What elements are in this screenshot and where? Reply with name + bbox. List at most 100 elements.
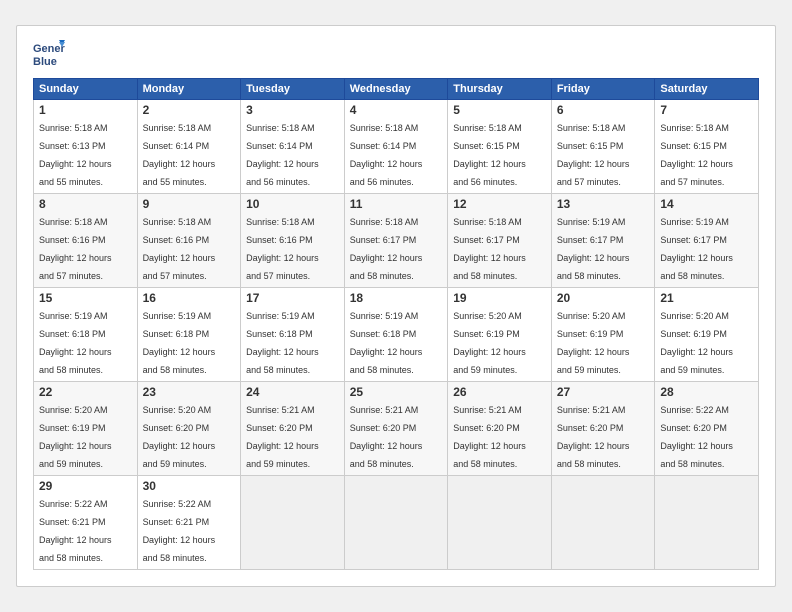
calendar-day-cell: 20 Sunrise: 5:20 AMSunset: 6:19 PMDaylig… — [551, 288, 655, 382]
day-number: 18 — [350, 291, 443, 305]
calendar-day-cell: 4 Sunrise: 5:18 AMSunset: 6:14 PMDayligh… — [344, 100, 448, 194]
day-info: Sunrise: 5:21 AMSunset: 6:20 PMDaylight:… — [246, 405, 319, 469]
day-info: Sunrise: 5:18 AMSunset: 6:14 PMDaylight:… — [246, 123, 319, 187]
calendar-day-cell: 29 Sunrise: 5:22 AMSunset: 6:21 PMDaylig… — [34, 476, 138, 570]
calendar-day-cell: 7 Sunrise: 5:18 AMSunset: 6:15 PMDayligh… — [655, 100, 759, 194]
calendar-week-row: 29 Sunrise: 5:22 AMSunset: 6:21 PMDaylig… — [34, 476, 759, 570]
day-info: Sunrise: 5:20 AMSunset: 6:19 PMDaylight:… — [453, 311, 526, 375]
day-info: Sunrise: 5:22 AMSunset: 6:21 PMDaylight:… — [143, 499, 216, 563]
day-number: 17 — [246, 291, 339, 305]
day-number: 16 — [143, 291, 236, 305]
day-of-week-header: Sunday — [34, 79, 138, 100]
day-number: 29 — [39, 479, 132, 493]
calendar-day-cell: 27 Sunrise: 5:21 AMSunset: 6:20 PMDaylig… — [551, 382, 655, 476]
day-info: Sunrise: 5:20 AMSunset: 6:19 PMDaylight:… — [39, 405, 112, 469]
calendar-day-cell — [551, 476, 655, 570]
calendar-day-cell: 19 Sunrise: 5:20 AMSunset: 6:19 PMDaylig… — [448, 288, 552, 382]
day-number: 25 — [350, 385, 443, 399]
calendar-day-cell: 3 Sunrise: 5:18 AMSunset: 6:14 PMDayligh… — [241, 100, 345, 194]
calendar-day-cell: 9 Sunrise: 5:18 AMSunset: 6:16 PMDayligh… — [137, 194, 241, 288]
day-number: 26 — [453, 385, 546, 399]
calendar-day-cell: 23 Sunrise: 5:20 AMSunset: 6:20 PMDaylig… — [137, 382, 241, 476]
day-number: 6 — [557, 103, 650, 117]
calendar-week-row: 1 Sunrise: 5:18 AMSunset: 6:13 PMDayligh… — [34, 100, 759, 194]
calendar-day-cell: 13 Sunrise: 5:19 AMSunset: 6:17 PMDaylig… — [551, 194, 655, 288]
calendar-day-cell: 28 Sunrise: 5:22 AMSunset: 6:20 PMDaylig… — [655, 382, 759, 476]
day-info: Sunrise: 5:22 AMSunset: 6:20 PMDaylight:… — [660, 405, 733, 469]
calendar-container: General Blue SundayMondayTuesdayWednesda… — [16, 25, 776, 587]
day-info: Sunrise: 5:18 AMSunset: 6:15 PMDaylight:… — [453, 123, 526, 187]
day-number: 4 — [350, 103, 443, 117]
day-info: Sunrise: 5:18 AMSunset: 6:16 PMDaylight:… — [39, 217, 112, 281]
calendar-day-cell: 21 Sunrise: 5:20 AMSunset: 6:19 PMDaylig… — [655, 288, 759, 382]
day-info: Sunrise: 5:18 AMSunset: 6:14 PMDaylight:… — [350, 123, 423, 187]
day-number: 9 — [143, 197, 236, 211]
day-info: Sunrise: 5:18 AMSunset: 6:17 PMDaylight:… — [453, 217, 526, 281]
day-number: 24 — [246, 385, 339, 399]
calendar-day-cell: 26 Sunrise: 5:21 AMSunset: 6:20 PMDaylig… — [448, 382, 552, 476]
day-number: 20 — [557, 291, 650, 305]
day-of-week-header: Thursday — [448, 79, 552, 100]
day-number: 13 — [557, 197, 650, 211]
day-info: Sunrise: 5:19 AMSunset: 6:18 PMDaylight:… — [350, 311, 423, 375]
day-info: Sunrise: 5:19 AMSunset: 6:17 PMDaylight:… — [660, 217, 733, 281]
day-number: 21 — [660, 291, 753, 305]
day-of-week-header: Wednesday — [344, 79, 448, 100]
calendar-day-cell: 2 Sunrise: 5:18 AMSunset: 6:14 PMDayligh… — [137, 100, 241, 194]
day-number: 28 — [660, 385, 753, 399]
generalblue-logo-icon: General Blue — [33, 38, 65, 70]
day-number: 3 — [246, 103, 339, 117]
day-info: Sunrise: 5:21 AMSunset: 6:20 PMDaylight:… — [557, 405, 630, 469]
calendar-week-row: 8 Sunrise: 5:18 AMSunset: 6:16 PMDayligh… — [34, 194, 759, 288]
day-info: Sunrise: 5:20 AMSunset: 6:19 PMDaylight:… — [557, 311, 630, 375]
day-info: Sunrise: 5:18 AMSunset: 6:14 PMDaylight:… — [143, 123, 216, 187]
logo: General Blue — [33, 38, 65, 70]
day-info: Sunrise: 5:18 AMSunset: 6:15 PMDaylight:… — [557, 123, 630, 187]
calendar-day-cell: 14 Sunrise: 5:19 AMSunset: 6:17 PMDaylig… — [655, 194, 759, 288]
day-info: Sunrise: 5:19 AMSunset: 6:18 PMDaylight:… — [39, 311, 112, 375]
calendar-day-cell — [655, 476, 759, 570]
day-info: Sunrise: 5:19 AMSunset: 6:18 PMDaylight:… — [143, 311, 216, 375]
logo-area: General Blue — [33, 38, 65, 70]
day-info: Sunrise: 5:21 AMSunset: 6:20 PMDaylight:… — [350, 405, 423, 469]
day-number: 22 — [39, 385, 132, 399]
day-number: 11 — [350, 197, 443, 211]
calendar-day-cell — [344, 476, 448, 570]
calendar-day-cell — [241, 476, 345, 570]
calendar-week-row: 15 Sunrise: 5:19 AMSunset: 6:18 PMDaylig… — [34, 288, 759, 382]
calendar-day-cell: 30 Sunrise: 5:22 AMSunset: 6:21 PMDaylig… — [137, 476, 241, 570]
svg-text:Blue: Blue — [33, 56, 57, 68]
day-number: 1 — [39, 103, 132, 117]
day-number: 12 — [453, 197, 546, 211]
day-of-week-header: Tuesday — [241, 79, 345, 100]
calendar-day-cell: 5 Sunrise: 5:18 AMSunset: 6:15 PMDayligh… — [448, 100, 552, 194]
day-info: Sunrise: 5:22 AMSunset: 6:21 PMDaylight:… — [39, 499, 112, 563]
day-info: Sunrise: 5:19 AMSunset: 6:18 PMDaylight:… — [246, 311, 319, 375]
calendar-day-cell — [448, 476, 552, 570]
day-info: Sunrise: 5:18 AMSunset: 6:16 PMDaylight:… — [246, 217, 319, 281]
days-of-week-row: SundayMondayTuesdayWednesdayThursdayFrid… — [34, 79, 759, 100]
day-number: 23 — [143, 385, 236, 399]
calendar-day-cell: 25 Sunrise: 5:21 AMSunset: 6:20 PMDaylig… — [344, 382, 448, 476]
header-row: General Blue — [33, 38, 759, 70]
day-info: Sunrise: 5:21 AMSunset: 6:20 PMDaylight:… — [453, 405, 526, 469]
day-number: 19 — [453, 291, 546, 305]
day-of-week-header: Saturday — [655, 79, 759, 100]
day-info: Sunrise: 5:18 AMSunset: 6:16 PMDaylight:… — [143, 217, 216, 281]
calendar-day-cell: 11 Sunrise: 5:18 AMSunset: 6:17 PMDaylig… — [344, 194, 448, 288]
day-info: Sunrise: 5:20 AMSunset: 6:19 PMDaylight:… — [660, 311, 733, 375]
day-info: Sunrise: 5:20 AMSunset: 6:20 PMDaylight:… — [143, 405, 216, 469]
day-number: 2 — [143, 103, 236, 117]
calendar-day-cell: 1 Sunrise: 5:18 AMSunset: 6:13 PMDayligh… — [34, 100, 138, 194]
day-number: 30 — [143, 479, 236, 493]
calendar-day-cell: 8 Sunrise: 5:18 AMSunset: 6:16 PMDayligh… — [34, 194, 138, 288]
day-info: Sunrise: 5:18 AMSunset: 6:13 PMDaylight:… — [39, 123, 112, 187]
calendar-day-cell: 17 Sunrise: 5:19 AMSunset: 6:18 PMDaylig… — [241, 288, 345, 382]
calendar-day-cell: 18 Sunrise: 5:19 AMSunset: 6:18 PMDaylig… — [344, 288, 448, 382]
calendar-day-cell: 12 Sunrise: 5:18 AMSunset: 6:17 PMDaylig… — [448, 194, 552, 288]
day-info: Sunrise: 5:19 AMSunset: 6:17 PMDaylight:… — [557, 217, 630, 281]
day-number: 8 — [39, 197, 132, 211]
svg-text:General: General — [33, 43, 65, 55]
calendar-week-row: 22 Sunrise: 5:20 AMSunset: 6:19 PMDaylig… — [34, 382, 759, 476]
day-of-week-header: Monday — [137, 79, 241, 100]
